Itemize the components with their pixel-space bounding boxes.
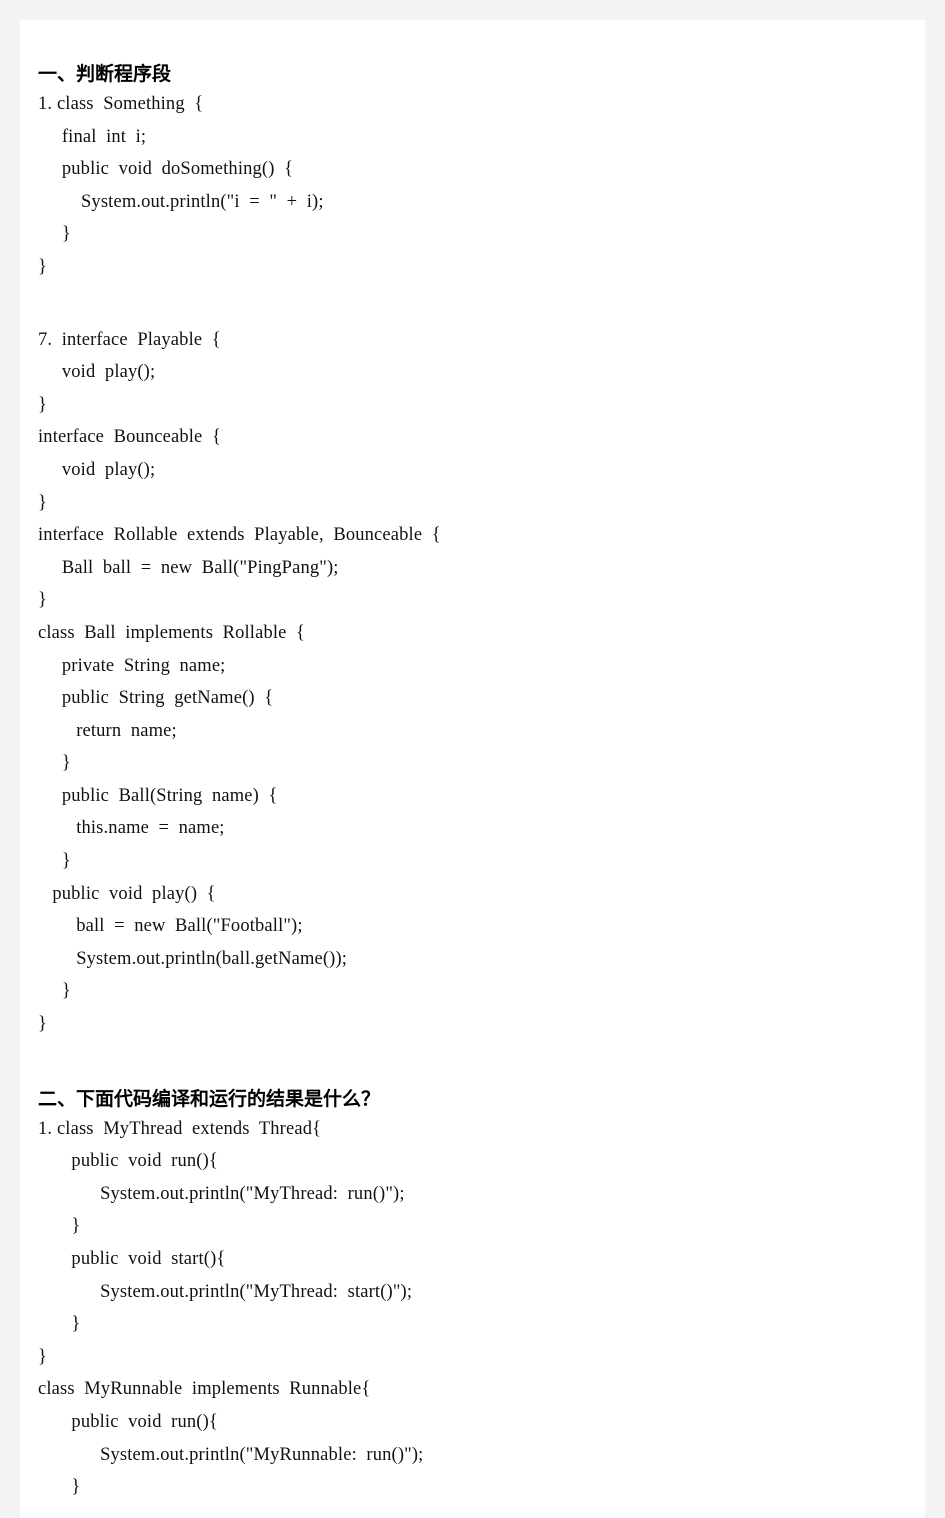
code-block-question-2-1: 1. class MyThread extends Thread{ public… bbox=[38, 1113, 915, 1504]
code-line: final int i; bbox=[38, 126, 147, 147]
code-line: } bbox=[38, 492, 48, 513]
document-content: 一、判断程序段 1. class Something { final int i… bbox=[38, 62, 915, 1504]
code-line: System.out.println("MyThread: run()"); bbox=[38, 1183, 405, 1204]
code-line: } bbox=[38, 753, 71, 774]
section-one: 一、判断程序段 1. class Something { final int i… bbox=[38, 62, 915, 1041]
code-line: public String getName() { bbox=[38, 688, 274, 709]
code-line: public void run(){ bbox=[38, 1411, 218, 1432]
code-line: } bbox=[38, 851, 71, 872]
code-line: } bbox=[38, 1014, 48, 1035]
section-two-heading: 二、下面代码编译和运行的结果是什么？ bbox=[38, 1088, 381, 1110]
code-line: interface Bounceable { bbox=[38, 427, 221, 448]
code-line: } bbox=[38, 1314, 81, 1335]
code-line: } bbox=[38, 1346, 48, 1367]
code-line: public Ball(String name) { bbox=[38, 785, 278, 806]
code-line: 1. class Something { bbox=[38, 94, 204, 114]
code-line: } bbox=[38, 590, 48, 611]
code-line: public void start(){ bbox=[38, 1249, 226, 1269]
code-line: ball = new Ball("Football"); bbox=[38, 916, 303, 937]
code-line: } bbox=[38, 1477, 81, 1498]
code-line: this.name = name; bbox=[38, 818, 225, 839]
code-line: System.out.println(ball.getName()); bbox=[38, 948, 348, 969]
code-line: } bbox=[38, 981, 71, 1002]
code-line: public void play() { bbox=[38, 883, 216, 904]
code-line: System.out.println("i = " + i); bbox=[38, 191, 324, 212]
document-page: 一、判断程序段 1. class Something { final int i… bbox=[20, 20, 925, 1518]
code-line: Ball ball = new Ball("PingPang"); bbox=[38, 557, 339, 578]
code-line: void play(); bbox=[38, 362, 156, 383]
code-line: } bbox=[38, 224, 71, 245]
code-line: 7. interface Playable { bbox=[38, 329, 221, 350]
code-line: public void doSomething() { bbox=[38, 159, 294, 180]
code-line: } bbox=[38, 394, 48, 415]
code-line: } bbox=[38, 256, 48, 277]
code-line: void play(); bbox=[38, 459, 156, 480]
code-line: return name; bbox=[38, 720, 177, 741]
code-line: class MyRunnable implements Runnable{ bbox=[38, 1379, 371, 1400]
code-block-question-1: 1. class Something { final int i; public… bbox=[38, 88, 915, 284]
section-one-heading: 一、判断程序段 bbox=[38, 64, 172, 85]
code-line: } bbox=[38, 1216, 81, 1237]
code-line: System.out.println("MyRunnable: run()"); bbox=[38, 1444, 424, 1465]
section-two: 二、下面代码编译和运行的结果是什么？ 1. class MyThread ext… bbox=[38, 1087, 915, 1504]
code-line: class Ball implements Rollable { bbox=[38, 622, 306, 643]
code-line: private String name; bbox=[38, 655, 226, 676]
code-line: System.out.println("MyThread: start()"); bbox=[38, 1281, 413, 1302]
code-line: 1. class MyThread extends Thread{ bbox=[38, 1118, 322, 1139]
code-line: public void run(){ bbox=[38, 1151, 218, 1172]
code-block-question-7: 7. interface Playable { void play(); } i… bbox=[38, 324, 915, 1041]
code-line: interface Rollable extends Playable, Bou… bbox=[38, 525, 441, 546]
